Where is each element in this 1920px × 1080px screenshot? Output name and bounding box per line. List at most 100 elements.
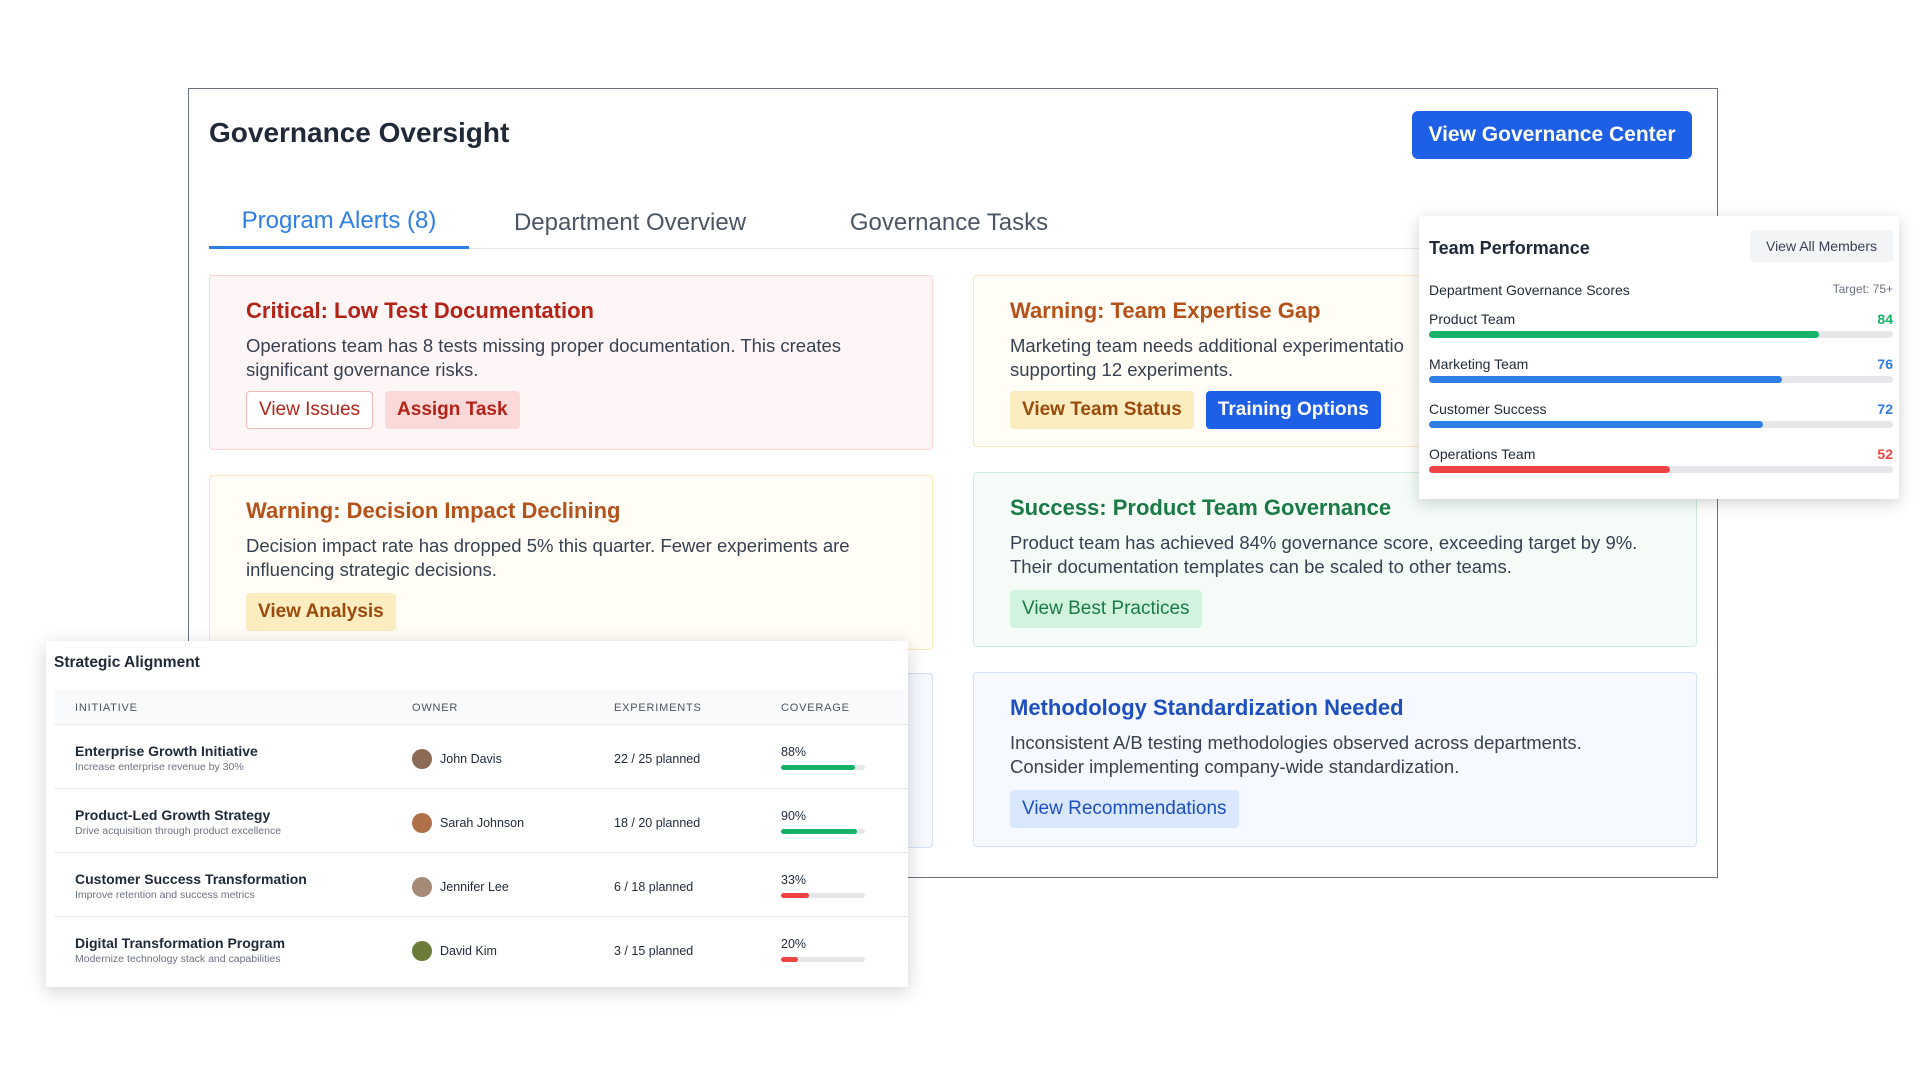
column-header-experiments: EXPERIMENTS [614, 702, 702, 714]
initiative-name: Product-Led Growth Strategy [75, 807, 271, 823]
owner-name: John Davis [440, 752, 502, 766]
table-row[interactable]: Digital Transformation Program Modernize… [54, 917, 908, 981]
initiative-description: Increase enterprise revenue by 30% [75, 761, 244, 773]
team-score: 72 [1877, 401, 1893, 417]
owner: Sarah Johnson [412, 813, 524, 833]
team-score-fill [1429, 376, 1782, 383]
team-performance-title: Team Performance [1429, 238, 1590, 258]
owner-name: Sarah Johnson [440, 816, 525, 830]
alert-title: Critical: Low Test Documentation [246, 298, 594, 323]
experiments-count: 22 / 25 planned [614, 752, 701, 766]
team-row-customer-success: Customer Success 72 [1429, 401, 1893, 435]
alert-body: Inconsistent A/B testing methodologies o… [1010, 732, 1582, 777]
coverage-track [781, 765, 865, 770]
view-best-practices-button[interactable]: View Best Practices [1010, 590, 1202, 628]
column-header-coverage: COVERAGE [781, 702, 850, 714]
team-score-fill [1429, 331, 1819, 338]
coverage-fill [781, 893, 809, 898]
coverage-fill [781, 957, 798, 962]
coverage-track [781, 957, 865, 962]
team-score: 76 [1877, 356, 1893, 372]
avatar [412, 941, 432, 961]
avatar [412, 749, 432, 769]
team-name: Customer Success [1429, 401, 1547, 417]
initiative-description: Modernize technology stack and capabilit… [75, 953, 281, 965]
tab-department-overview[interactable]: Department Overview [505, 196, 755, 249]
team-score-track [1429, 376, 1893, 383]
coverage-value: 33% [781, 873, 807, 887]
team-row-product: Product Team 84 [1429, 311, 1893, 345]
alert-title: Warning: Decision Impact Declining [246, 498, 621, 523]
initiative-description: Improve retention and success metrics [75, 889, 255, 901]
assign-task-button[interactable]: Assign Task [385, 391, 520, 429]
coverage-value: 88% [781, 745, 807, 759]
training-options-button[interactable]: Training Options [1205, 391, 1381, 429]
alert-card-methodology: Methodology Standardization Needed Incon… [973, 672, 1697, 847]
table-row[interactable]: Customer Success Transformation Improve … [54, 853, 908, 917]
team-score-track [1429, 466, 1893, 473]
initiative-name: Customer Success Transformation [75, 871, 307, 887]
team-row-operations: Operations Team 52 [1429, 446, 1893, 480]
view-issues-button[interactable]: View Issues [246, 391, 374, 429]
coverage: 88% [781, 745, 865, 770]
owner: David Kim [412, 941, 497, 961]
column-header-initiative: INITIATIVE [75, 702, 138, 714]
alert-card-decision-impact: Warning: Decision Impact Declining Decis… [209, 475, 933, 650]
view-recommendations-button[interactable]: View Recommendations [1010, 790, 1239, 828]
alert-body-line2: supporting 12 experiments. [1010, 359, 1234, 380]
table-header: INITIATIVE OWNER EXPERIMENTS COVERAGE [54, 689, 908, 725]
strategic-alignment-title: Strategic Alignment [54, 654, 200, 671]
coverage-track [781, 893, 865, 898]
team-performance-subtitle: Department Governance Scores [1429, 282, 1630, 298]
view-team-status-button[interactable]: View Team Status [1010, 391, 1194, 429]
team-name: Product Team [1429, 311, 1516, 327]
column-header-owner: OWNER [412, 702, 459, 714]
strategic-alignment-card: Strategic Alignment INITIATIVE OWNER EXP… [46, 641, 908, 987]
coverage-track [781, 829, 865, 834]
owner: John Davis [412, 749, 502, 769]
team-score-fill [1429, 421, 1764, 428]
table-row[interactable]: Enterprise Growth Initiative Increase en… [54, 725, 908, 789]
coverage: 90% [781, 809, 865, 834]
view-analysis-button[interactable]: View Analysis [246, 593, 396, 631]
experiments-count: 3 / 15 planned [614, 944, 694, 958]
avatar [412, 877, 432, 897]
team-score-track [1429, 421, 1893, 428]
avatar [412, 813, 432, 833]
team-name: Operations Team [1429, 446, 1536, 462]
owner: Jennifer Lee [412, 877, 509, 897]
coverage-fill [781, 765, 855, 770]
coverage-value: 20% [781, 937, 807, 951]
coverage-value: 90% [781, 809, 807, 823]
team-score-fill [1429, 466, 1671, 473]
team-performance-card: Team Performance View All Members Depart… [1419, 216, 1899, 499]
alert-body: Operations team has 8 tests missing prop… [246, 335, 842, 380]
alert-title: Methodology Standardization Needed [1010, 695, 1404, 720]
owner-name: Jennifer Lee [440, 880, 509, 894]
experiments-count: 6 / 18 planned [614, 880, 694, 894]
owner-name: David Kim [440, 944, 497, 958]
team-score-track [1429, 331, 1893, 338]
experiments-count: 18 / 20 planned [614, 816, 701, 830]
team-name: Marketing Team [1429, 356, 1529, 372]
initiative-name: Enterprise Growth Initiative [75, 743, 258, 759]
initiative-description: Drive acquisition through product excell… [75, 825, 282, 837]
coverage: 20% [781, 937, 865, 962]
team-row-marketing: Marketing Team 76 [1429, 356, 1893, 390]
page-title: Governance Oversight [209, 117, 510, 148]
team-score: 52 [1877, 446, 1893, 462]
initiative-name: Digital Transformation Program [75, 935, 286, 951]
coverage-fill [781, 829, 857, 834]
alert-body: Decision impact rate has dropped 5% this… [246, 535, 850, 580]
alert-body: Product team has achieved 84% governance… [1010, 532, 1638, 577]
tab-governance-tasks[interactable]: Governance Tasks [833, 196, 1065, 249]
team-performance-target: Target: 75+ [1832, 282, 1893, 296]
coverage: 33% [781, 873, 865, 898]
alert-card-critical: Critical: Low Test Documentation Operati… [209, 275, 933, 450]
alert-body-line1: Marketing team needs additional experime… [1010, 335, 1404, 356]
view-all-members-button[interactable]: View All Members [1750, 230, 1893, 262]
view-governance-center-button[interactable]: View Governance Center [1412, 111, 1692, 159]
tab-program-alerts[interactable]: Program Alerts (8) [209, 196, 469, 249]
team-score: 84 [1877, 311, 1893, 327]
table-row[interactable]: Product-Led Growth Strategy Drive acquis… [54, 789, 908, 853]
